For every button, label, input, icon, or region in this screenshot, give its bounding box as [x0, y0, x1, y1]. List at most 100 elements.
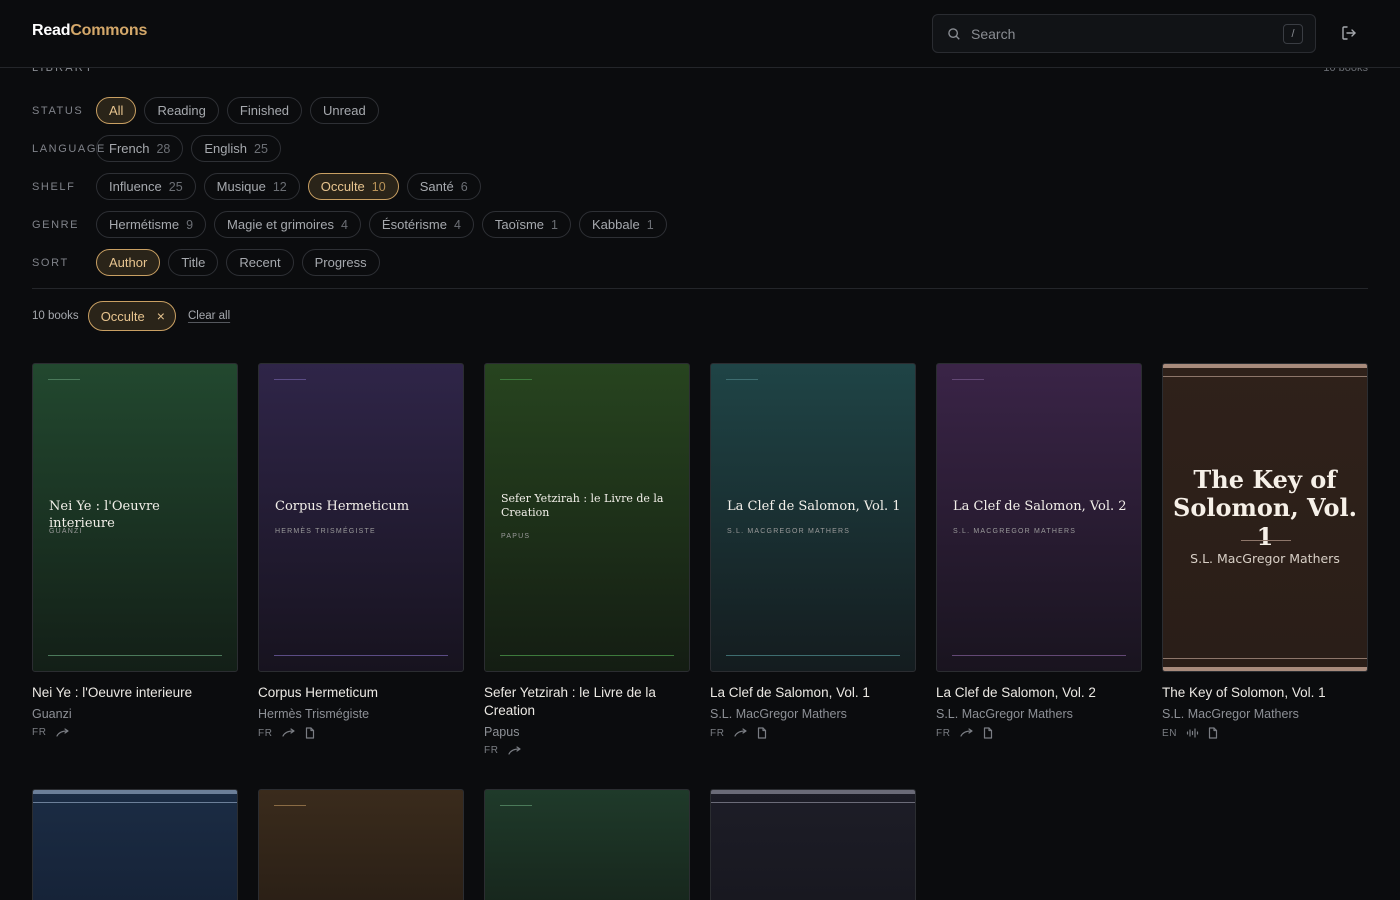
share-icon — [507, 745, 521, 755]
cover-accent-line — [274, 379, 306, 380]
clear-all-link[interactable]: Clear all — [188, 310, 230, 322]
book-cover[interactable]: Sefer Yetzirah : le Livre de la Creation… — [484, 363, 690, 672]
book-card[interactable]: Nei Ye : l'Oeuvre interieure GUANZI Nei Ye… — [32, 363, 238, 738]
book-title[interactable]: Sefer Yetzirah : le Livre de la Creation — [484, 684, 690, 720]
status-chip-finished[interactable]: Finished — [226, 97, 303, 124]
cover-accent-line — [500, 805, 532, 806]
shelf-chips: Influence 25 Musique 12 Occulte 10 Santé 6 — [96, 173, 481, 200]
chip-label: English — [204, 141, 248, 156]
cover-title: The Key of Solomon, Vol. 1 — [1173, 465, 1357, 551]
genre-chip-ésotérisme[interactable]: Ésotérisme 4 — [368, 211, 474, 238]
logout-icon[interactable] — [1340, 24, 1358, 42]
language-tag: EN — [1162, 727, 1178, 739]
cover-bottom-line — [726, 655, 900, 656]
shelf-chip-santé[interactable]: Santé 6 — [406, 173, 481, 200]
chip-label: Finished — [239, 103, 290, 118]
active-filter-label: Occulte — [100, 308, 145, 324]
filter-row-status: STATUS All Reading Finished Unread — [32, 97, 379, 124]
cover-separator — [1241, 540, 1291, 541]
result-count: 10 books — [32, 310, 79, 322]
status-chip-all[interactable]: All — [96, 97, 137, 124]
sort-chip-progress[interactable]: Progress — [301, 249, 380, 276]
book-cover[interactable]: The Key of Solomon, Vol. 1 S.L. MacGregor… — [1162, 363, 1368, 672]
status-chip-unread[interactable]: Unread — [310, 97, 379, 124]
book-title[interactable]: La Clef de Salomon, Vol. 1 — [710, 684, 916, 702]
cover-author: S.L. MACGREGOR MATHERS — [953, 528, 1077, 535]
language-tag: FR — [936, 727, 951, 739]
shelf-chip-influence[interactable]: Influence 25 — [96, 173, 196, 200]
search-input[interactable] — [971, 23, 1271, 45]
book-title[interactable]: Nei Ye : l'Oeuvre interieure — [32, 684, 238, 702]
book-author: S.L. MacGregor Mathers — [710, 707, 847, 721]
shelf-chip-musique[interactable]: Musique 12 — [203, 173, 300, 200]
book-cover[interactable]: La Clef de Salomon, Vol. 2 S.L. MACGREGOR… — [936, 363, 1142, 672]
cover-title: Corpus Hermeticum — [275, 499, 410, 514]
book-cover[interactable] — [710, 789, 916, 900]
search-box[interactable]: / — [932, 14, 1316, 53]
cover-rule-top — [33, 802, 237, 803]
book-card[interactable]: Sefer Yetzirah : le Livre de la Creation… — [484, 363, 690, 756]
book-cover[interactable]: Nei Ye : l'Oeuvre interieure GUANZI — [32, 363, 238, 672]
close-icon[interactable]: × — [157, 309, 165, 323]
book-tags: FR — [32, 727, 238, 738]
active-filters-bar: 10 books Occulte × Clear all — [32, 301, 230, 331]
share-icon — [281, 728, 295, 737]
cover-band-bottom — [1163, 667, 1367, 671]
book-cover[interactable]: Corpus Hermeticum HERMÈS TRISMÉGISTE — [258, 363, 464, 672]
book-card[interactable]: The Key of Solomon, Vol. 1 S.L. MacGregor… — [1162, 363, 1368, 739]
language-tag: FR — [484, 745, 499, 756]
status-chip-reading[interactable]: Reading — [144, 97, 219, 124]
chip-count: 6 — [460, 179, 468, 194]
chip-count: 12 — [272, 179, 287, 194]
language-chip-french[interactable]: French 28 — [96, 135, 184, 162]
chip-count: 4 — [340, 217, 348, 232]
chip-label: Ésotérisme — [381, 217, 447, 232]
book-card[interactable]: Corpus Hermeticum HERMÈS TRISMÉGISTE Corpu… — [258, 363, 464, 739]
document-icon — [305, 727, 314, 739]
book-tags: FR — [710, 727, 916, 739]
book-card[interactable]: La Clef de Salomon, Vol. 2 S.L. MACGREGOR… — [936, 363, 1142, 739]
cover-rule-top — [1163, 376, 1367, 377]
book-title[interactable]: Corpus Hermeticum — [258, 684, 464, 702]
sort-chip-author[interactable]: Author — [96, 249, 161, 276]
cover-bottom-line — [274, 655, 448, 656]
book-title[interactable]: The Key of Solomon, Vol. 1 — [1162, 684, 1368, 702]
app-logo[interactable]: ReadCommons — [32, 22, 147, 40]
shelf-chip-occulte[interactable]: Occulte 10 — [307, 173, 399, 200]
genre-chip-taoïsme[interactable]: Taoïsme 1 — [481, 211, 571, 238]
book-card[interactable] — [258, 789, 464, 900]
book-card[interactable]: La Clef de Salomon, Vol. 1 S.L. MACGREGOR… — [710, 363, 916, 739]
cover-rule-bottom — [1163, 658, 1367, 659]
filter-row-sort: SORT Author Title Recent Progress — [32, 249, 380, 276]
brand-part-2: Commons — [70, 22, 148, 39]
language-chip-english[interactable]: English 25 — [191, 135, 281, 162]
genre-chip-hermétisme[interactable]: Hermétisme 9 — [96, 211, 207, 238]
book-cover[interactable] — [32, 789, 238, 900]
genre-chip-magie-et-grimoires[interactable]: Magie et grimoires 4 — [214, 211, 361, 238]
active-filter-chip-occulte[interactable]: Occulte × — [87, 301, 176, 331]
audio-icon — [1186, 728, 1199, 738]
cover-bottom-line — [952, 655, 1126, 656]
document-icon — [757, 727, 766, 739]
book-cover[interactable]: La Clef de Salomon, Vol. 1 S.L. MACGREGOR… — [710, 363, 916, 672]
cover-author: S.L. MacGregor Mathers — [1190, 551, 1340, 566]
book-card[interactable] — [32, 789, 238, 900]
book-card[interactable] — [484, 789, 690, 900]
genre-chip-kabbale[interactable]: Kabbale 1 — [579, 211, 667, 238]
sort-chip-title[interactable]: Title — [168, 249, 219, 276]
genre-chips: Hermétisme 9 Magie et grimoires 4 Ésotérisme… — [96, 211, 667, 238]
sort-chip-recent[interactable]: Recent — [226, 249, 294, 276]
chip-count: 28 — [156, 141, 171, 156]
cover-accent-line — [952, 379, 984, 380]
book-cover[interactable] — [258, 789, 464, 900]
cover-accent-line — [274, 805, 306, 806]
book-cover[interactable] — [484, 789, 690, 900]
book-card[interactable] — [710, 789, 916, 900]
chip-label: Reading — [157, 103, 206, 118]
book-title[interactable]: La Clef de Salomon, Vol. 2 — [936, 684, 1142, 702]
cover-title: La Clef de Salomon, Vol. 1 — [727, 499, 901, 514]
chip-count: 1 — [551, 217, 558, 232]
chip-label: Author — [109, 255, 148, 270]
search-shortcut-key: / — [1283, 24, 1303, 44]
chip-label: Recent — [239, 255, 281, 270]
